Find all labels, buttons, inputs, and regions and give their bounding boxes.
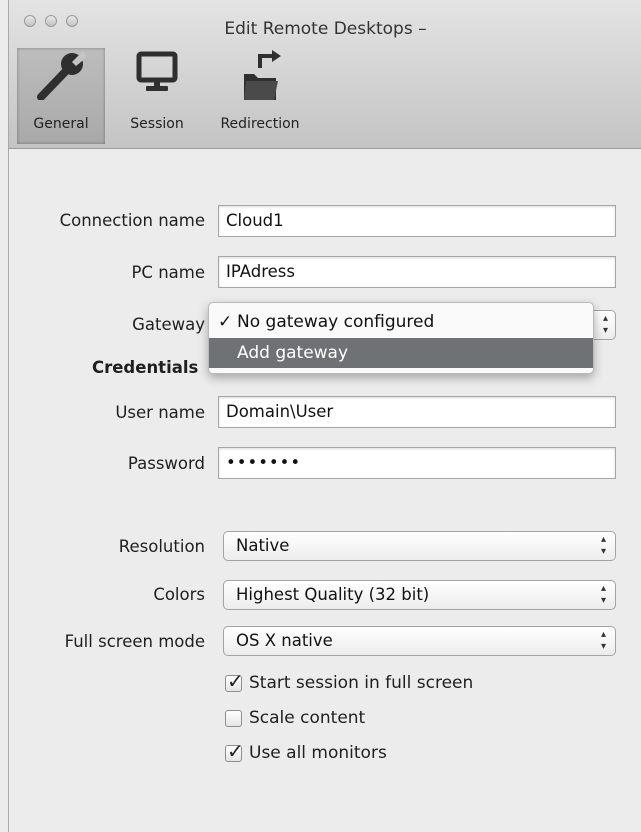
tab-general[interactable]: General — [17, 48, 105, 144]
menu-item-label: No gateway configured — [237, 312, 435, 332]
full-screen-mode-popup[interactable]: OS X native ▴ ▾ — [223, 626, 616, 656]
password-field[interactable]: ••••••• — [218, 447, 616, 479]
connection-name-label: Connection name — [59, 211, 205, 230]
connection-name-field[interactable]: Cloud1 — [218, 205, 616, 237]
user-name-label: User name — [115, 403, 205, 422]
pc-name-label: PC name — [131, 263, 205, 282]
gateway-label: Gateway — [132, 315, 205, 334]
scale-content-label[interactable]: Scale content — [249, 708, 365, 728]
colors-label: Colors — [153, 585, 205, 604]
start-fullscreen-label[interactable]: Start session in full screen — [249, 673, 473, 693]
popup-arrows-icon: ▴ ▾ — [600, 629, 606, 652]
credentials-heading: Credentials — [92, 358, 199, 377]
resolution-value: Native — [236, 536, 290, 555]
full-screen-mode-value: OS X native — [236, 631, 333, 650]
checkmark-icon: ✓ — [218, 312, 233, 332]
resolution-label: Resolution — [118, 537, 205, 556]
popup-arrows-icon: ▴ ▾ — [602, 313, 608, 336]
toolbar: Edit Remote Desktops – General Session R… — [9, 0, 641, 149]
tab-session-label: Session — [130, 116, 184, 132]
resolution-popup[interactable]: Native ▴ ▾ — [223, 531, 616, 561]
popup-arrows-icon: ▴ ▾ — [600, 583, 606, 606]
monitor-icon — [113, 48, 201, 100]
gateway-dropdown-menu: ✓ No gateway configured Add gateway — [208, 302, 594, 374]
pc-name-field[interactable]: IPAdress — [218, 256, 616, 288]
gateway-popup-button[interactable]: ▴ ▾ — [592, 310, 616, 340]
menu-item-label: Add gateway — [237, 343, 349, 363]
popup-arrows-icon: ▴ ▾ — [600, 534, 606, 557]
tab-redirection-label: Redirection — [220, 116, 300, 132]
start-fullscreen-checkbox[interactable]: ✓ — [225, 670, 244, 692]
use-all-monitors-label[interactable]: Use all monitors — [249, 743, 387, 763]
checkmark-icon: ✓ — [227, 739, 244, 763]
checkmark-icon: ✓ — [227, 669, 244, 693]
full-screen-mode-label: Full screen mode — [64, 632, 205, 651]
scale-content-checkbox[interactable] — [225, 710, 242, 727]
folder-redirect-icon — [205, 48, 315, 100]
tab-session[interactable]: Session — [113, 48, 201, 144]
tab-general-label: General — [33, 116, 89, 132]
colors-popup[interactable]: Highest Quality (32 bit) ▴ ▾ — [223, 580, 616, 610]
menu-item-add-gateway[interactable]: Add gateway — [209, 338, 593, 368]
colors-value: Highest Quality (32 bit) — [236, 585, 430, 604]
user-name-field[interactable]: Domain\User — [218, 396, 616, 428]
wrench-icon — [17, 48, 105, 100]
edit-remote-desktops-window: Edit Remote Desktops – General Session R… — [8, 0, 641, 832]
use-all-monitors-checkbox[interactable]: ✓ — [225, 740, 244, 762]
menu-item-no-gateway[interactable]: ✓ No gateway configured — [209, 307, 593, 337]
password-label: Password — [127, 454, 205, 473]
window-title: Edit Remote Desktops – — [224, 19, 427, 39]
tab-redirection[interactable]: Redirection — [205, 48, 315, 144]
